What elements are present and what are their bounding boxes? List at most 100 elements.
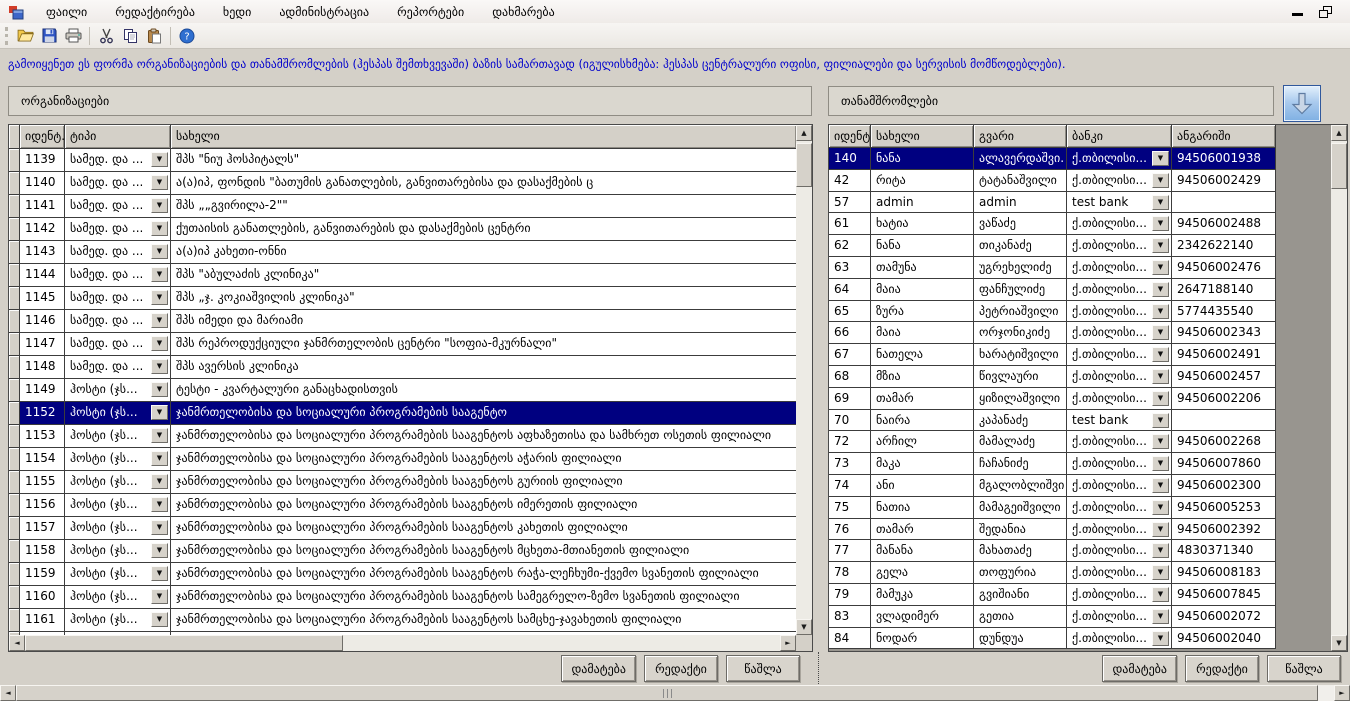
table-row[interactable]: 84ნოდარდუნდუაქ.თბილისი...▼94506002040 xyxy=(829,628,1347,650)
table-row[interactable]: 77მანანამახათაძექ.თბილისი...▼4830371340 xyxy=(829,540,1347,562)
table-row[interactable]: 74ანიმგალობლიშვი...ქ.თბილისი...▼94506002… xyxy=(829,475,1347,497)
transfer-down-button[interactable] xyxy=(1283,85,1321,122)
type-dropdown-button[interactable]: ▼ xyxy=(151,612,168,627)
table-row[interactable]: 1160ჰოსტი (ჯს...▼ჯანმრთელობისა და სოციალ… xyxy=(9,586,812,609)
table-row[interactable]: 1159ჰოსტი (ჯს...▼ჯანმრთელობისა და სოციალ… xyxy=(9,563,812,586)
window-horizontal-scrollbar[interactable]: ◄ ► xyxy=(0,685,1350,701)
bank-dropdown-button[interactable]: ▼ xyxy=(1152,347,1169,362)
table-row[interactable]: 140ნანაალავერდაშვი...ქ.თბილისი...▼945060… xyxy=(829,148,1347,170)
type-dropdown-button[interactable]: ▼ xyxy=(151,359,168,374)
org-delete-button[interactable]: წაშლა xyxy=(726,655,800,682)
scroll-right-button[interactable]: ► xyxy=(1334,685,1350,701)
type-dropdown-button[interactable]: ▼ xyxy=(151,198,168,213)
table-row[interactable]: 65ზურაპეტრიაშვილიქ.თბილისი...▼5774435540 xyxy=(829,301,1347,323)
menu-item-4[interactable]: რეპორტები xyxy=(383,2,478,23)
table-row[interactable]: 64მაიაფანჩულიძექ.თბილისი...▼2647188140 xyxy=(829,279,1347,301)
scroll-down-button[interactable]: ▼ xyxy=(796,619,812,635)
bank-dropdown-button[interactable]: ▼ xyxy=(1152,456,1169,471)
org-vertical-scrollbar[interactable]: ▲ ▼ xyxy=(796,125,812,635)
table-row[interactable]: 76თამარშედანიაქ.თბილისი...▼94506002392 xyxy=(829,519,1347,541)
table-row[interactable]: 1157ჰოსტი (ჯს...▼ჯანმრთელობისა და სოციალ… xyxy=(9,517,812,540)
org-horizontal-scrollbar[interactable]: ◄ ► xyxy=(9,635,796,651)
menu-item-1[interactable]: რედაქტირება xyxy=(101,2,209,23)
type-dropdown-button[interactable]: ▼ xyxy=(151,244,168,259)
table-row[interactable]: 1148სამედ. და ...▼შპს ავერსის კლინიკა xyxy=(9,356,812,379)
scroll-up-button[interactable]: ▲ xyxy=(796,125,812,141)
table-row[interactable]: 1161ჰოსტი (ჯს...▼ჯანმრთელობისა და სოციალ… xyxy=(9,609,812,632)
minimize-button[interactable] xyxy=(1292,13,1303,16)
table-row[interactable]: 1154ჰოსტი (ჯს...▼ჯანმრთელობისა და სოციალ… xyxy=(9,448,812,471)
table-row[interactable]: 78გელათოფურიაქ.თბილისი...▼94506008183 xyxy=(829,562,1347,584)
menu-item-3[interactable]: ადმინისტრაცია xyxy=(265,2,383,23)
bank-dropdown-button[interactable]: ▼ xyxy=(1152,195,1169,210)
table-row[interactable]: 1149ჰოსტი (ჯს...▼ტესტი - კვარტალური განა… xyxy=(9,379,812,402)
table-row[interactable]: 70ნაირაკაპანაძეtest bank▼ xyxy=(829,410,1347,432)
column-header-last[interactable]: გვარი xyxy=(974,125,1067,148)
table-row[interactable]: 57adminadmintest bank▼ xyxy=(829,192,1347,214)
table-row[interactable]: 1152ჰოსტი (ჯს...▼ჯანმრთელობისა და სოციალ… xyxy=(9,402,812,425)
type-dropdown-button[interactable]: ▼ xyxy=(151,474,168,489)
bank-dropdown-button[interactable]: ▼ xyxy=(1152,522,1169,537)
bank-dropdown-button[interactable]: ▼ xyxy=(1152,391,1169,406)
table-row[interactable]: 1140სამედ. და ...▼ა(ა)იპ, ფონდის "ბათუმი… xyxy=(9,172,812,195)
table-row[interactable]: 72არჩილმამალაძექ.თბილისი...▼94506002268 xyxy=(829,431,1347,453)
bank-dropdown-button[interactable]: ▼ xyxy=(1152,369,1169,384)
toolbar-grip[interactable] xyxy=(5,27,8,45)
open-button[interactable] xyxy=(13,25,37,47)
emp-delete-button[interactable]: წაშლა xyxy=(1267,655,1341,682)
type-dropdown-button[interactable]: ▼ xyxy=(151,543,168,558)
table-row[interactable]: 1144სამედ. და ...▼შპს "აბულაძის კლინიკა" xyxy=(9,264,812,287)
print-button[interactable] xyxy=(61,25,85,47)
bank-dropdown-button[interactable]: ▼ xyxy=(1152,478,1169,493)
table-row[interactable]: 42რიტატატანაშვილიქ.თბილისი...▼9450600242… xyxy=(829,170,1347,192)
table-row[interactable]: 73მაკაჩაჩანიძექ.თბილისი...▼94506007860 xyxy=(829,453,1347,475)
bank-dropdown-button[interactable]: ▼ xyxy=(1152,304,1169,319)
bank-dropdown-button[interactable]: ▼ xyxy=(1152,325,1169,340)
scrollbar-thumb[interactable] xyxy=(25,635,343,651)
table-row[interactable]: 83ვლადიმერგეთიაქ.თბილისი...▼94506002072 xyxy=(829,606,1347,628)
copy-button[interactable] xyxy=(118,25,142,47)
type-dropdown-button[interactable]: ▼ xyxy=(151,428,168,443)
type-dropdown-button[interactable]: ▼ xyxy=(151,313,168,328)
type-dropdown-button[interactable]: ▼ xyxy=(151,382,168,397)
panel-splitter[interactable] xyxy=(818,652,819,688)
scrollbar-thumb[interactable] xyxy=(1331,143,1347,189)
bank-dropdown-button[interactable]: ▼ xyxy=(1152,565,1169,580)
emp-edit-button[interactable]: რედაქტი xyxy=(1185,655,1259,682)
emp-add-button[interactable]: დამატება xyxy=(1102,655,1177,682)
menu-item-2[interactable]: ხედი xyxy=(209,2,265,23)
bank-dropdown-button[interactable]: ▼ xyxy=(1152,631,1169,646)
table-row[interactable]: 79მამუკაგვიშიანიქ.თბილისი...▼94506007845 xyxy=(829,584,1347,606)
table-row[interactable]: 69თამარყიზილაშვილიქ.თბილისი...▼945060022… xyxy=(829,388,1347,410)
table-row[interactable]: 1153ჰოსტი (ჯს...▼ჯანმრთელობისა და სოციალ… xyxy=(9,425,812,448)
bank-dropdown-button[interactable]: ▼ xyxy=(1152,151,1169,166)
type-dropdown-button[interactable]: ▼ xyxy=(151,451,168,466)
cut-button[interactable] xyxy=(94,25,118,47)
table-row[interactable]: 1145სამედ. და ...▼შპს „ჯ. კოკიაშვილის კლ… xyxy=(9,287,812,310)
bank-dropdown-button[interactable]: ▼ xyxy=(1152,413,1169,428)
scroll-up-button[interactable]: ▲ xyxy=(1331,125,1347,141)
column-header-name[interactable]: სახელი xyxy=(171,125,797,149)
column-header-id[interactable]: იდენტ. xyxy=(20,125,65,149)
table-row[interactable]: 61ხატიავაწაძექ.თბილისი...▼94506002488 xyxy=(829,213,1347,235)
restore-button[interactable] xyxy=(1319,6,1332,18)
table-row[interactable]: 1158ჰოსტი (ჯს...▼ჯანმრთელობისა და სოციალ… xyxy=(9,540,812,563)
type-dropdown-button[interactable]: ▼ xyxy=(151,566,168,581)
table-row[interactable]: 1139სამედ. და ...▼შპს "ნიუ ჰოსპიტალს" xyxy=(9,149,812,172)
bank-dropdown-button[interactable]: ▼ xyxy=(1152,543,1169,558)
save-button[interactable] xyxy=(37,25,61,47)
scroll-left-button[interactable]: ◄ xyxy=(0,685,16,701)
paste-button[interactable] xyxy=(142,25,166,47)
type-dropdown-button[interactable]: ▼ xyxy=(151,520,168,535)
type-dropdown-button[interactable]: ▼ xyxy=(151,175,168,190)
table-row[interactable]: 67ნათელახარატიშვილიქ.თბილისი...▼94506002… xyxy=(829,344,1347,366)
type-dropdown-button[interactable]: ▼ xyxy=(151,152,168,167)
table-row[interactable]: 1147სამედ. და ...▼შპს რეპროდუქციული ჯანმ… xyxy=(9,333,812,356)
bank-dropdown-button[interactable]: ▼ xyxy=(1152,434,1169,449)
bank-dropdown-button[interactable]: ▼ xyxy=(1152,238,1169,253)
help-button[interactable]: ? xyxy=(175,25,199,47)
scroll-down-button[interactable]: ▼ xyxy=(1331,635,1347,651)
scrollbar-thumb[interactable] xyxy=(16,685,1318,701)
bank-dropdown-button[interactable]: ▼ xyxy=(1152,500,1169,515)
column-header-account[interactable]: ანგარიში xyxy=(1172,125,1276,148)
